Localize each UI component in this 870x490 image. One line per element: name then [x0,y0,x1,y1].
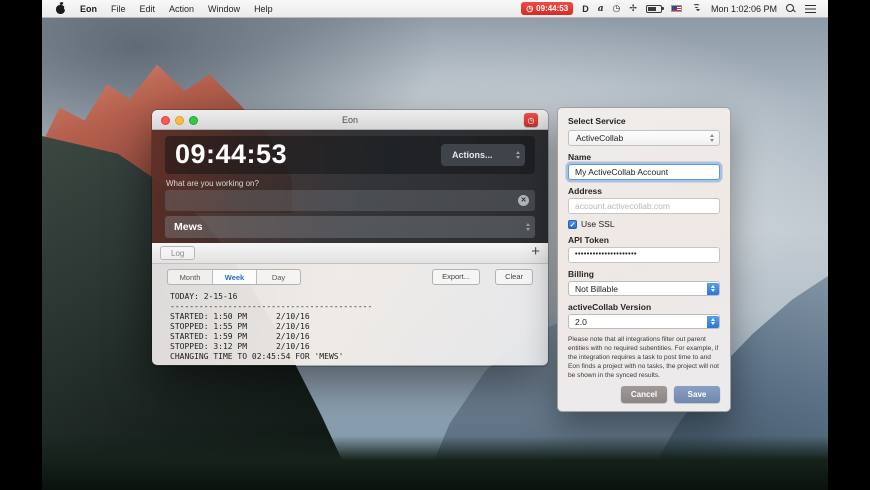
segment-day[interactable]: Day [256,270,300,284]
input-source-flag-icon[interactable] [670,5,682,12]
stepper-icon [706,315,719,328]
ssl-checkbox[interactable]: ✓ [568,219,577,229]
ssl-row: ✓ Use SSL [568,219,720,229]
fan-status-icon[interactable]: ✢ [629,3,637,14]
add-service-button[interactable]: + [531,243,540,260]
wallpaper-forest [42,436,828,490]
task-input-row: ✕ [165,190,535,211]
menu-bar-clock[interactable]: Mon 1:02:06 PM [711,4,777,14]
clear-input-icon[interactable]: ✕ [518,195,529,206]
close-button[interactable] [161,116,170,125]
version-value: 2.0 [575,316,587,327]
integration-note: Please note that all integrations filter… [568,336,719,379]
time-machine-icon[interactable]: ◷ [613,3,621,14]
period-segmented-control: Month Week Day [167,269,301,285]
clock-icon: ◷ [526,3,534,13]
zoom-button[interactable] [189,116,198,125]
api-token-label: API Token [568,235,609,245]
timer-display: 09:44:53 [175,139,288,169]
save-button[interactable]: Save [674,386,720,403]
apple-menu-icon[interactable] [56,1,68,14]
name-label: Name [568,152,592,162]
popover-buttons: Cancel Save [568,386,720,403]
title-bar[interactable]: Eon ◷ [152,110,548,130]
menu-bar: Eon File Edit Action Window Help ◷ 09:44… [42,0,828,18]
task-input[interactable] [165,190,535,211]
log-tab[interactable]: Log [160,246,196,260]
timer-card: 09:44:53 Actions... [165,136,535,174]
window-controls [161,116,198,125]
api-token-field[interactable] [568,247,720,263]
screen-area: Eon File Edit Action Window Help ◷ 09:44… [42,0,828,490]
popover-title: Select Service [568,116,626,126]
version-label: activeCollab Version [568,302,652,312]
billing-select[interactable]: Not Billable [568,281,720,296]
log-text: TODAY: 2-15-16 -------------------------… [170,292,373,361]
menu-window[interactable]: Window [208,4,240,14]
menu-file[interactable]: File [111,4,126,14]
chevron-up-down-icon [710,134,714,142]
chevron-up-down-icon [516,151,520,159]
log-controls: Month Week Day Export... Clear [152,269,548,285]
segment-month[interactable]: Month [168,270,212,284]
service-popover: Select Service ActiveCollab Name Address… [557,107,731,412]
clear-button[interactable]: Clear [495,269,533,285]
service-toolbar-button[interactable]: ◷ [524,113,538,127]
name-field[interactable] [568,164,720,180]
service-select[interactable]: ActiveCollab [568,130,720,146]
eon-window: Eon ◷ 09:44:53 Actions... What are you w… [152,110,548,366]
spotlight-search-icon[interactable] [786,3,796,14]
actions-dropdown[interactable]: Actions... [441,144,525,166]
export-button[interactable]: Export... [432,269,480,285]
segment-week[interactable]: Week [212,270,256,284]
actions-label: Actions... [452,150,493,160]
menu-edit[interactable]: Edit [140,4,156,14]
working-on-label: What are you working on? [166,179,259,188]
badge-time: 09:44:53 [536,4,569,13]
project-name: Mews [174,221,203,233]
billing-value: Not Billable [575,283,618,294]
billing-label: Billing [568,269,594,279]
version-select[interactable]: 2.0 [568,314,720,329]
ssl-label: Use SSL [581,219,615,229]
log-panel: Month Week Day Export... Clear TODAY: 2-… [152,264,548,365]
menu-help[interactable]: Help [254,4,273,14]
notification-center-icon[interactable] [805,4,816,13]
menu-app[interactable]: Eon [80,4,97,14]
cancel-button[interactable]: Cancel [621,386,667,403]
service-value: ActiveCollab [576,133,624,143]
wifi-icon[interactable] [690,4,702,13]
clock-icon: ◷ [527,115,535,125]
a-status-icon[interactable]: a [598,4,604,14]
window-title: Eon [341,114,358,125]
minimize-button[interactable] [175,116,184,125]
desktop: Eon File Edit Action Window Help ◷ 09:44… [0,0,870,490]
log-header-bar: Log + [152,243,548,264]
stepper-icon [706,282,719,295]
address-field[interactable] [568,198,720,214]
address-label: Address [568,186,603,196]
d-status-icon[interactable]: D [582,4,589,14]
project-dropdown[interactable]: Mews [165,216,535,238]
chevron-up-down-icon [526,223,530,231]
battery-icon[interactable] [645,4,664,13]
timer-section: 09:44:53 Actions... What are you working… [152,130,548,243]
eon-timer-badge[interactable]: ◷ 09:44:53 [521,2,574,15]
menu-action[interactable]: Action [169,4,194,14]
